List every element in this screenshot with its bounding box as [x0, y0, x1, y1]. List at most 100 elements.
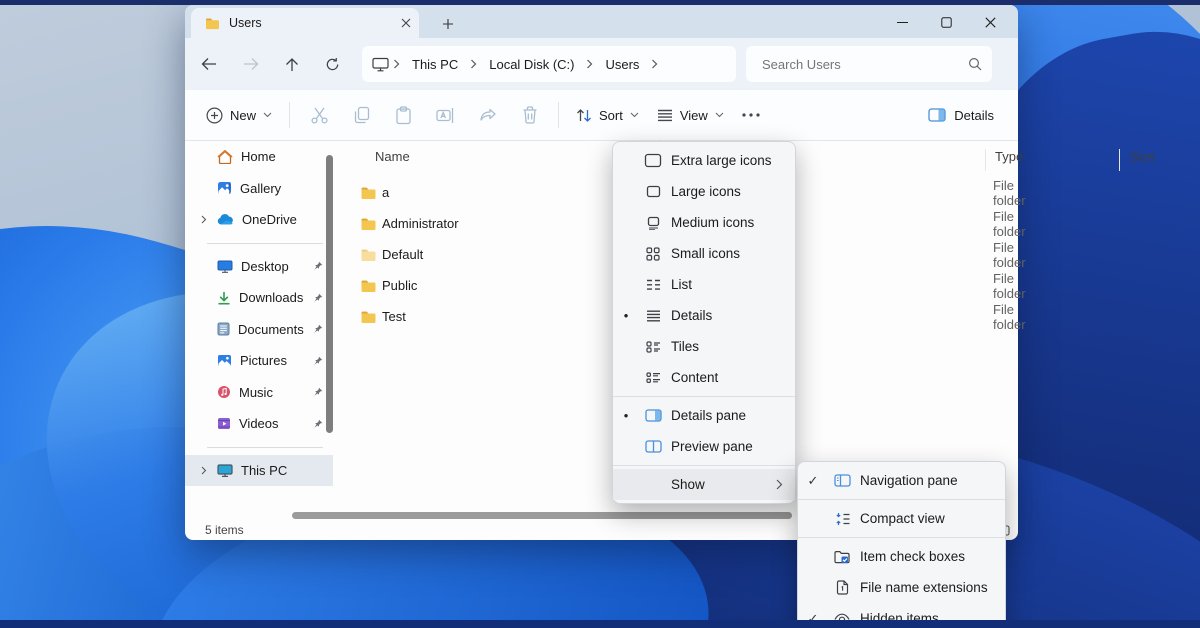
folder-icon	[360, 279, 377, 293]
large-icons-icon	[639, 185, 667, 198]
sidebar-item-gallery[interactable]: Gallery	[185, 173, 333, 205]
item-check-boxes-icon	[828, 550, 856, 564]
menu-item-medium-icons[interactable]: Medium icons	[613, 207, 795, 238]
menu-item-details[interactable]: • Details	[613, 300, 795, 331]
folder-icon	[360, 217, 377, 231]
menu-divider	[613, 396, 795, 397]
folder-icon	[360, 186, 377, 200]
submenu-item-compact-view[interactable]: Compact view	[798, 503, 1005, 534]
sidebar-item-videos[interactable]: Videos	[185, 408, 333, 440]
breadcrumb-item-users[interactable]: Users	[597, 57, 647, 72]
share-icon[interactable]	[479, 107, 498, 124]
extra-large-icons-icon	[639, 153, 667, 169]
chevron-right-icon[interactable]	[199, 215, 209, 224]
minimize-button[interactable]	[880, 9, 924, 35]
pin-icon	[313, 293, 323, 303]
navigation-pane: Home Gallery OneDrive Desktop	[185, 141, 333, 519]
details-pane-icon	[928, 108, 946, 122]
selected-bullet: •	[613, 408, 639, 423]
menu-item-content[interactable]: Content	[613, 362, 795, 393]
details-label: Details	[954, 108, 994, 123]
sidebar-item-home[interactable]: Home	[185, 141, 333, 173]
column-divider[interactable]	[1119, 149, 1120, 171]
search-icon[interactable]	[968, 57, 982, 71]
delete-icon[interactable]	[522, 106, 538, 124]
file-explorer-window: Users	[185, 5, 1018, 540]
close-button[interactable]	[968, 9, 1012, 35]
home-icon	[217, 150, 233, 164]
show-submenu: ✓ Navigation pane Compact view Item chec…	[797, 461, 1006, 628]
compact-view-icon	[828, 512, 856, 526]
menu-item-show[interactable]: Show	[613, 469, 795, 500]
paste-icon[interactable]	[395, 106, 412, 125]
column-header-type[interactable]: Type	[995, 149, 1023, 171]
up-icon[interactable]	[285, 57, 299, 72]
menu-item-list[interactable]: List	[613, 269, 795, 300]
breadcrumb-item-local-disk[interactable]: Local Disk (C:)	[481, 57, 582, 72]
back-icon[interactable]	[201, 57, 217, 71]
column-header-size[interactable]: Size	[1130, 149, 1155, 171]
sort-button[interactable]: Sort	[567, 102, 648, 129]
search-placeholder: Search Users	[762, 57, 968, 72]
refresh-icon[interactable]	[325, 57, 340, 72]
documents-icon	[217, 322, 230, 336]
pin-icon	[313, 419, 323, 429]
tiles-icon	[639, 341, 667, 353]
forward-icon[interactable]	[243, 57, 259, 71]
sidebar-item-documents[interactable]: Documents	[185, 314, 333, 346]
sidebar-item-desktop[interactable]: Desktop	[185, 251, 333, 283]
preview-pane-icon	[639, 440, 667, 453]
window-controls	[880, 9, 1012, 35]
navigation-bar: This PC Local Disk (C:) Users Search Use…	[185, 38, 1018, 90]
menu-item-large-icons[interactable]: Large icons	[613, 176, 795, 207]
copy-icon[interactable]	[353, 106, 371, 124]
new-tab-button[interactable]	[437, 13, 459, 35]
submenu-chevron-icon	[776, 479, 783, 490]
sort-label: Sort	[599, 108, 623, 123]
menu-item-details-pane[interactable]: • Details pane	[613, 400, 795, 431]
sidebar-item-pictures[interactable]: Pictures	[185, 345, 333, 377]
tab-close-icon[interactable]	[401, 18, 411, 28]
cut-icon[interactable]	[310, 106, 329, 125]
file-name-extensions-icon	[828, 580, 856, 595]
view-button[interactable]: View	[648, 102, 733, 129]
column-header-name[interactable]: Name	[375, 149, 410, 171]
maximize-button[interactable]	[924, 9, 968, 35]
horizontal-scrollbar[interactable]	[292, 512, 792, 519]
submenu-item-file-name-extensions[interactable]: File name extensions	[798, 572, 1005, 603]
sidebar-item-downloads[interactable]: Downloads	[185, 282, 333, 314]
sidebar-item-music[interactable]: Music	[185, 377, 333, 409]
menu-item-small-icons[interactable]: Small icons	[613, 238, 795, 269]
menu-divider	[613, 465, 795, 466]
sidebar-item-onedrive[interactable]: OneDrive	[185, 204, 333, 236]
submenu-item-item-check-boxes[interactable]: Item check boxes	[798, 541, 1005, 572]
chevron-right-icon	[470, 59, 477, 69]
submenu-item-navigation-pane[interactable]: ✓ Navigation pane	[798, 465, 1005, 496]
checkmark-icon: ✓	[798, 473, 828, 489]
details-pane-icon	[639, 409, 667, 422]
videos-icon	[217, 417, 231, 430]
tab-users[interactable]: Users	[191, 8, 419, 38]
menu-divider	[798, 499, 1005, 500]
command-bar: New Sort View	[185, 90, 1018, 141]
menu-divider	[798, 537, 1005, 538]
menu-item-extra-large-icons[interactable]: Extra large icons	[613, 145, 795, 176]
breadcrumb-item-this-pc[interactable]: This PC	[404, 57, 466, 72]
screen-top-border	[0, 0, 1200, 5]
details-button[interactable]: Details	[928, 108, 994, 123]
chevron-right-icon	[651, 59, 658, 69]
rename-icon[interactable]	[436, 107, 455, 124]
new-button[interactable]: New	[197, 101, 281, 130]
navigation-pane-icon	[828, 474, 856, 487]
more-options-button[interactable]	[733, 107, 769, 123]
column-divider[interactable]	[985, 149, 986, 171]
monitor-icon[interactable]	[372, 57, 389, 72]
sidebar-divider	[207, 243, 323, 244]
search-box[interactable]: Search Users	[746, 46, 992, 82]
menu-item-tiles[interactable]: Tiles	[613, 331, 795, 362]
chevron-right-icon[interactable]	[199, 466, 209, 475]
selected-bullet: •	[613, 308, 639, 323]
sidebar-item-this-pc[interactable]: This PC	[185, 455, 333, 487]
menu-item-preview-pane[interactable]: Preview pane	[613, 431, 795, 462]
sidebar-scrollbar[interactable]	[326, 155, 333, 433]
